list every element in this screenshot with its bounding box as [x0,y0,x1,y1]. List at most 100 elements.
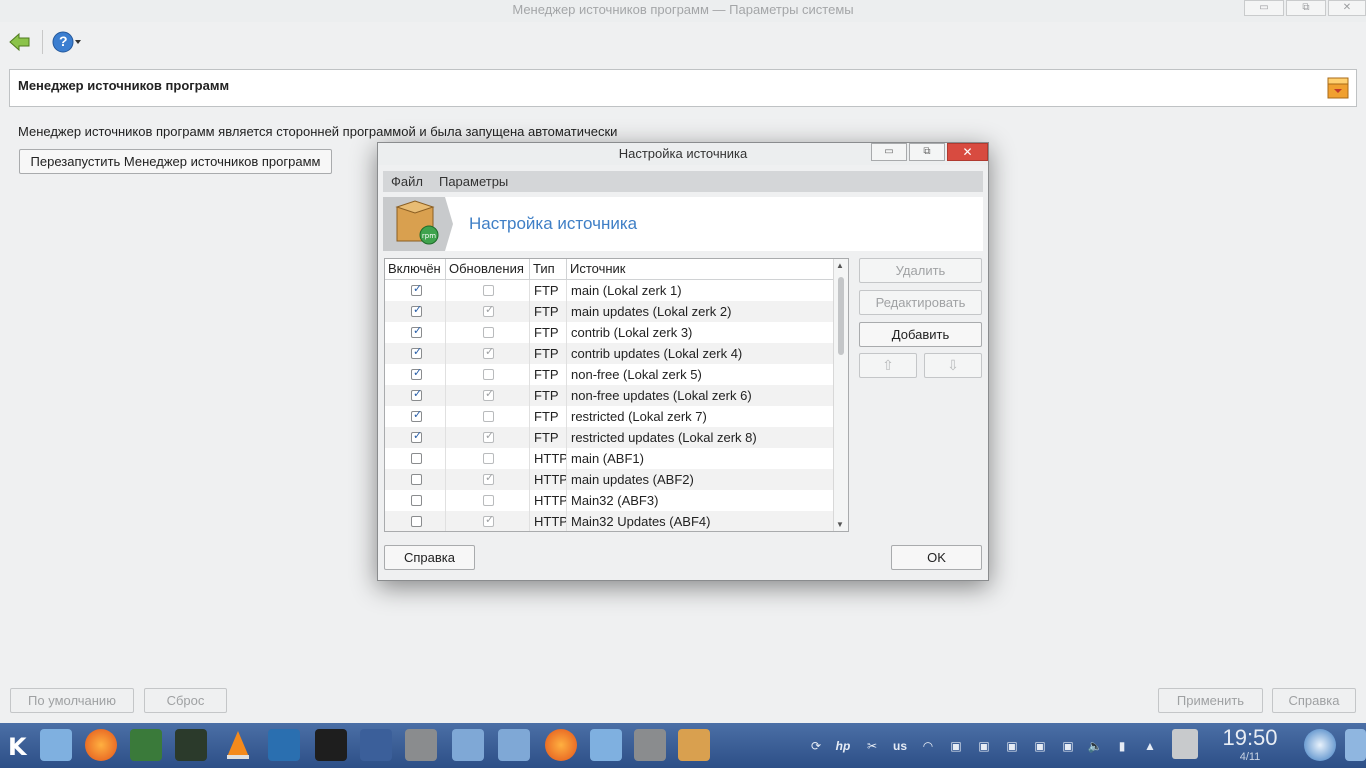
table-row[interactable]: ✓ ✓ FTP restricted updates (Lokal zerk 8) [385,427,833,448]
updates-icon[interactable]: ⟳ [806,737,826,755]
pager-icon[interactable] [1345,729,1366,761]
updates-checkbox[interactable]: ✓ [483,472,494,485]
table-row[interactable]: ✓ ✓ FTP non-free updates (Lokal zerk 6) [385,385,833,406]
enabled-checkbox[interactable]: ✓ [411,367,422,380]
apply-button[interactable]: Применить [1158,688,1263,713]
updates-checkbox[interactable]: ✓ [483,346,494,359]
keyboard-layout[interactable]: us [890,737,910,755]
edit-button[interactable]: Редактировать [859,290,982,315]
scrollbar-thumb[interactable] [838,277,844,355]
table-row[interactable]: ✓ FTP main (Lokal zerk 1) [385,280,833,301]
table-row[interactable]: ✓ HTTP main updates (ABF2) [385,469,833,490]
updates-checkbox[interactable]: ✓ [483,304,494,317]
kde-menu-icon[interactable]: K [4,729,30,761]
enabled-checkbox[interactable]: ✓ [411,304,422,317]
dialog-minimize-button[interactable]: ▭ [871,143,907,161]
help-menu-button[interactable]: ? [52,30,84,54]
column-source[interactable]: Источник [567,259,833,279]
updates-checkbox[interactable] [483,495,494,506]
updates-checkbox[interactable] [483,369,494,380]
enabled-checkbox[interactable]: ✓ [411,409,422,422]
table-row[interactable]: ✓ ✓ FTP contrib updates (Lokal zerk 4) [385,343,833,364]
system-settings-window-icon[interactable] [634,729,666,761]
battery-icon[interactable]: ▮ [1112,737,1132,755]
folder-icon[interactable] [452,729,484,761]
enabled-checkbox[interactable] [411,516,422,527]
wifi-icon[interactable]: ◠ [918,737,938,755]
defaults-button[interactable]: По умолчанию [10,688,134,713]
ksysguard-icon[interactable] [268,729,300,761]
settings-icon[interactable] [405,729,437,761]
enabled-checkbox[interactable]: ✓ [411,346,422,359]
updates-checkbox[interactable] [483,285,494,296]
help-button[interactable]: Справка [1272,688,1356,713]
volume-icon[interactable]: 🔈 [1085,737,1105,755]
minimize-button[interactable]: ▭ [1244,0,1284,16]
dialog-close-button[interactable]: ✕ [947,143,988,161]
table-scrollbar[interactable]: ▲ ▼ [833,259,848,531]
updates-checkbox[interactable] [483,411,494,422]
add-button[interactable]: Добавить [859,322,982,347]
firefox-window-icon[interactable] [545,729,577,761]
enabled-checkbox[interactable] [411,453,422,464]
dialog-help-button[interactable]: Справка [384,545,475,570]
hp-icon[interactable]: hp [833,737,853,755]
firefox-icon[interactable] [85,729,117,761]
trash-icon[interactable] [1172,729,1198,759]
enabled-checkbox[interactable]: ✓ [411,388,422,401]
table-row[interactable]: ✓ HTTP Main32 Updates (ABF4) [385,511,833,531]
network-3-icon[interactable]: ▣ [1058,737,1078,755]
ok-button[interactable]: OK [891,545,982,570]
table-row[interactable]: HTTP Main32 (ABF3) [385,490,833,511]
network-tool-icon[interactable] [360,729,392,761]
file-manager-window-icon[interactable] [590,729,622,761]
enabled-checkbox[interactable] [411,474,422,485]
updates-checkbox[interactable] [483,453,494,464]
reset-button[interactable]: Сброс [144,688,227,713]
column-enabled[interactable]: Включён [385,259,446,279]
table-row[interactable]: HTTP main (ABF1) [385,448,833,469]
maximize-button[interactable]: ⧉ [1286,0,1326,16]
show-desktop-icon[interactable] [1304,729,1336,761]
menu-file[interactable]: Файл [383,171,431,192]
repo-manager-window-icon[interactable] [678,729,710,761]
enabled-checkbox[interactable]: ✓ [411,283,422,296]
video-player-icon[interactable] [130,729,162,761]
menu-parameters[interactable]: Параметры [431,171,516,192]
column-type[interactable]: Тип [530,259,567,279]
updates-checkbox[interactable]: ✓ [483,514,494,527]
toolbar: ? [0,22,1366,62]
back-button[interactable] [8,30,32,54]
scissors-icon[interactable]: ✂ [862,737,882,755]
network-disconnected-icon[interactable]: ▣ [946,737,966,755]
column-updates[interactable]: Обновления [446,259,530,279]
table-row[interactable]: ✓ ✓ FTP main updates (Lokal zerk 2) [385,301,833,322]
scroll-up-icon[interactable]: ▲ [836,261,844,270]
system-monitor-icon[interactable] [175,729,207,761]
network-disconnected-2-icon[interactable]: ▣ [1002,737,1022,755]
vlc-icon[interactable] [222,729,254,761]
enabled-checkbox[interactable] [411,495,422,506]
close-button[interactable]: ✕ [1328,0,1366,16]
updates-checkbox[interactable]: ✓ [483,430,494,443]
terminal-icon[interactable] [315,729,347,761]
clock[interactable]: 19:50 [1218,725,1282,751]
enabled-checkbox[interactable]: ✓ [411,325,422,338]
updates-checkbox[interactable] [483,327,494,338]
file-manager-icon[interactable] [40,729,72,761]
move-down-button[interactable]: ⇩ [924,353,982,378]
scroll-down-icon[interactable]: ▼ [836,520,844,529]
table-row[interactable]: ✓ FTP contrib (Lokal zerk 3) [385,322,833,343]
restart-button[interactable]: Перезапустить Менеджер источников програ… [19,149,332,174]
network-icon[interactable]: ▣ [974,737,994,755]
table-row[interactable]: ✓ FTP restricted (Lokal zerk 7) [385,406,833,427]
downloads-folder-icon[interactable] [498,729,530,761]
table-row[interactable]: ✓ FTP non-free (Lokal zerk 5) [385,364,833,385]
delete-button[interactable]: Удалить [859,258,982,283]
updates-checkbox[interactable]: ✓ [483,388,494,401]
network-2-icon[interactable]: ▣ [1030,737,1050,755]
tray-expand-icon[interactable]: ▲ [1140,737,1160,755]
dialog-maximize-button[interactable]: ⧉ [909,143,945,161]
move-up-button[interactable]: ⇧ [859,353,917,378]
enabled-checkbox[interactable]: ✓ [411,430,422,443]
